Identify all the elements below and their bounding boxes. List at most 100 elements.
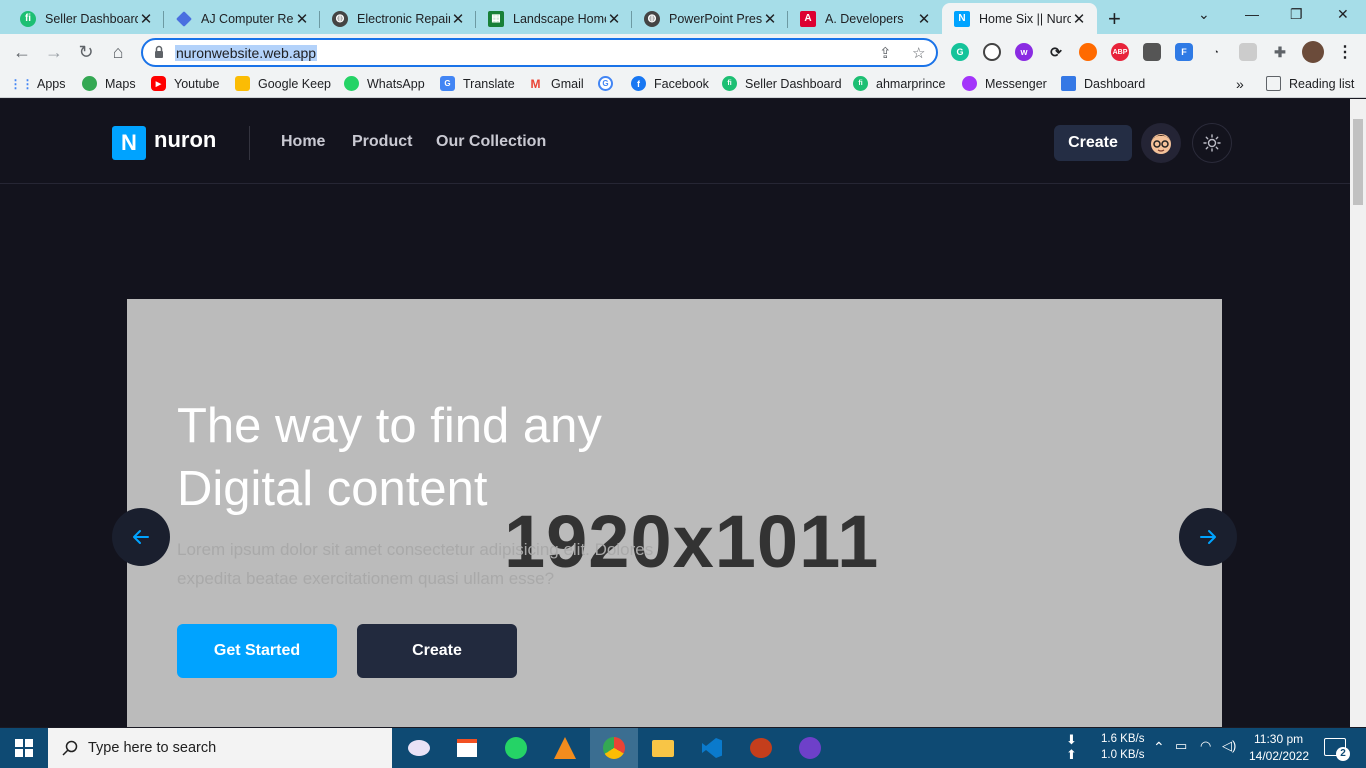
nav-product[interactable]: Product [352, 133, 412, 151]
bookmark-gmail[interactable]: M Gmail [528, 76, 584, 91]
start-button[interactable] [0, 728, 48, 768]
logo-mark[interactable]: N [112, 126, 146, 160]
grammarly-icon[interactable]: G [951, 43, 969, 61]
close-icon[interactable]: ✕ [1071, 10, 1087, 28]
bookmarks-overflow[interactable]: » [1236, 76, 1244, 92]
vscode-icon[interactable] [688, 728, 736, 768]
forward-icon[interactable]: → [42, 40, 66, 64]
tab-powerpoint[interactable]: ◍ PowerPoint Prese ✕ [632, 3, 788, 34]
powerpoint-icon[interactable] [737, 728, 785, 768]
reload-icon[interactable]: ↻ [74, 40, 98, 64]
bookmark-facebook[interactable]: f Facebook [631, 76, 709, 91]
adblock-icon[interactable]: ABP [1111, 43, 1129, 61]
close-icon[interactable]: ✕ [138, 10, 154, 28]
volume-icon[interactable]: ◁) [1222, 738, 1236, 754]
close-icon[interactable]: ✕ [450, 10, 466, 28]
theme-toggle-button[interactable] [1192, 123, 1232, 163]
notification-count-badge: 2 [1336, 747, 1350, 761]
fiverr-icon: fi [20, 10, 36, 27]
f-extension-icon[interactable]: F [1175, 43, 1193, 61]
tab-aj-computer[interactable]: AJ Computer Rep ✕ [164, 3, 320, 34]
battery-icon[interactable] [1143, 43, 1161, 61]
slider-prev-button[interactable] [112, 508, 170, 566]
extensions-puzzle-icon[interactable]: ✚ [1271, 43, 1289, 61]
facebook-icon: f [631, 76, 646, 91]
close-icon[interactable]: ✕ [762, 10, 778, 28]
clock-time[interactable]: 11:30 pm [1254, 732, 1303, 746]
wifi-icon[interactable]: ◠ [1200, 738, 1211, 754]
close-icon[interactable]: ✕ [606, 10, 622, 28]
microsoft-store-icon[interactable] [443, 728, 491, 768]
tab-developers[interactable]: A A. Developers ✕ [788, 3, 942, 34]
minimize-icon[interactable]: — [1245, 6, 1259, 22]
chrome-icon[interactable] [590, 728, 638, 768]
bookmark-ahmarprince[interactable]: fi ahmarprince [853, 76, 945, 91]
nav-our-collection[interactable]: Our Collection [436, 133, 546, 151]
url-text[interactable]: nuronwebsite.web.app [175, 45, 318, 61]
home-icon[interactable]: ⌂ [106, 40, 130, 64]
get-started-button[interactable]: Get Started [177, 624, 337, 678]
user-avatar[interactable] [1141, 123, 1181, 163]
mouse-icon[interactable]: ◔ [1207, 43, 1225, 61]
hero-create-button[interactable]: Create [357, 624, 517, 678]
speed-icon[interactable] [983, 43, 1001, 61]
tab-home-six-nuron[interactable]: N Home Six || Nuro ✕ [942, 3, 1097, 34]
bookmark-apps[interactable]: ⋮⋮ Apps [10, 76, 66, 91]
taskbar-search[interactable]: Type here to search [48, 728, 392, 768]
bookmark-google[interactable]: G [598, 76, 621, 91]
chevron-up-icon[interactable]: ⌃ [1153, 739, 1165, 756]
bookmark-label: Facebook [654, 76, 709, 91]
tab-landscape-home[interactable]: ▦ Landscape Home ✕ [476, 3, 632, 34]
bookmark-translate[interactable]: G Translate [440, 76, 515, 91]
tab-electronic-repair[interactable]: ◍ Electronic Repair ✕ [320, 3, 476, 34]
window-close-icon[interactable]: ✕ [1337, 6, 1349, 23]
browser-tab-strip: fi Seller Dashboard ✕ AJ Computer Rep ✕ … [0, 0, 1366, 34]
keep-icon [235, 76, 250, 91]
header-create-button[interactable]: Create [1054, 125, 1132, 161]
new-tab-icon[interactable]: + [1108, 6, 1121, 32]
avatar-face-icon [1151, 134, 1171, 154]
clock-date[interactable]: 14/02/2022 [1249, 749, 1309, 763]
diamond-icon [176, 10, 192, 27]
page-scrollbar[interactable] [1350, 99, 1366, 727]
profile-avatar[interactable] [1302, 41, 1324, 63]
bookmark-google-keep[interactable]: Google Keep [235, 76, 331, 91]
hero-desc-line: expedita beatae exercitationem quasi ull… [177, 569, 555, 588]
tab-title: Landscape Home [513, 11, 606, 26]
sync-icon[interactable]: ⟳ [1047, 43, 1065, 61]
bookmark-messenger[interactable]: Messenger [962, 76, 1047, 91]
kebab-menu-icon[interactable]: ⋮ [1336, 43, 1354, 61]
scrollbar-thumb[interactable] [1353, 119, 1363, 205]
lock-icon [155, 45, 163, 58]
snipping-tool-icon[interactable] [395, 728, 443, 768]
header-divider [249, 126, 250, 160]
address-bar[interactable]: nuronwebsite.web.app ⇪ ☆ [141, 38, 938, 67]
close-icon[interactable]: ✕ [294, 10, 310, 28]
whatsapp-icon[interactable] [492, 728, 540, 768]
chevron-down-icon[interactable]: ⌄ [1198, 6, 1210, 23]
star-icon[interactable]: ☆ [912, 44, 925, 62]
nav-home[interactable]: Home [281, 133, 325, 151]
bookmark-seller-dashboard[interactable]: fi Seller Dashboard [722, 76, 842, 91]
slider-next-button[interactable] [1179, 508, 1237, 566]
tab-seller-dashboard[interactable]: fi Seller Dashboard ✕ [8, 3, 164, 34]
bookmark-youtube[interactable]: ▶ Youtube [151, 76, 219, 91]
hero-description: Lorem ipsum dolor sit amet consectetur a… [177, 535, 697, 593]
restore-icon[interactable]: ❐ [1290, 6, 1303, 23]
reading-list-button[interactable]: Reading list [1266, 76, 1354, 91]
bookmark-maps[interactable]: Maps [82, 76, 136, 91]
bookmark-whatsapp[interactable]: WhatsApp [344, 76, 425, 91]
bookmark-dashboard[interactable]: Dashboard [1061, 76, 1145, 91]
w-extension-icon[interactable]: w [1015, 43, 1033, 61]
profile-switch-icon[interactable] [1239, 43, 1257, 61]
share-icon[interactable]: ⇪ [879, 44, 892, 62]
bookmark-label: Gmail [551, 76, 584, 91]
close-icon[interactable]: ✕ [916, 10, 932, 28]
color-picker-icon[interactable] [1079, 43, 1097, 61]
github-desktop-icon[interactable] [786, 728, 834, 768]
back-icon[interactable]: ← [10, 40, 34, 64]
vlc-icon[interactable] [541, 728, 589, 768]
logo-text[interactable]: nuron [154, 127, 216, 153]
file-explorer-icon[interactable] [639, 728, 687, 768]
battery-tray-icon[interactable]: ▭ [1175, 738, 1187, 754]
